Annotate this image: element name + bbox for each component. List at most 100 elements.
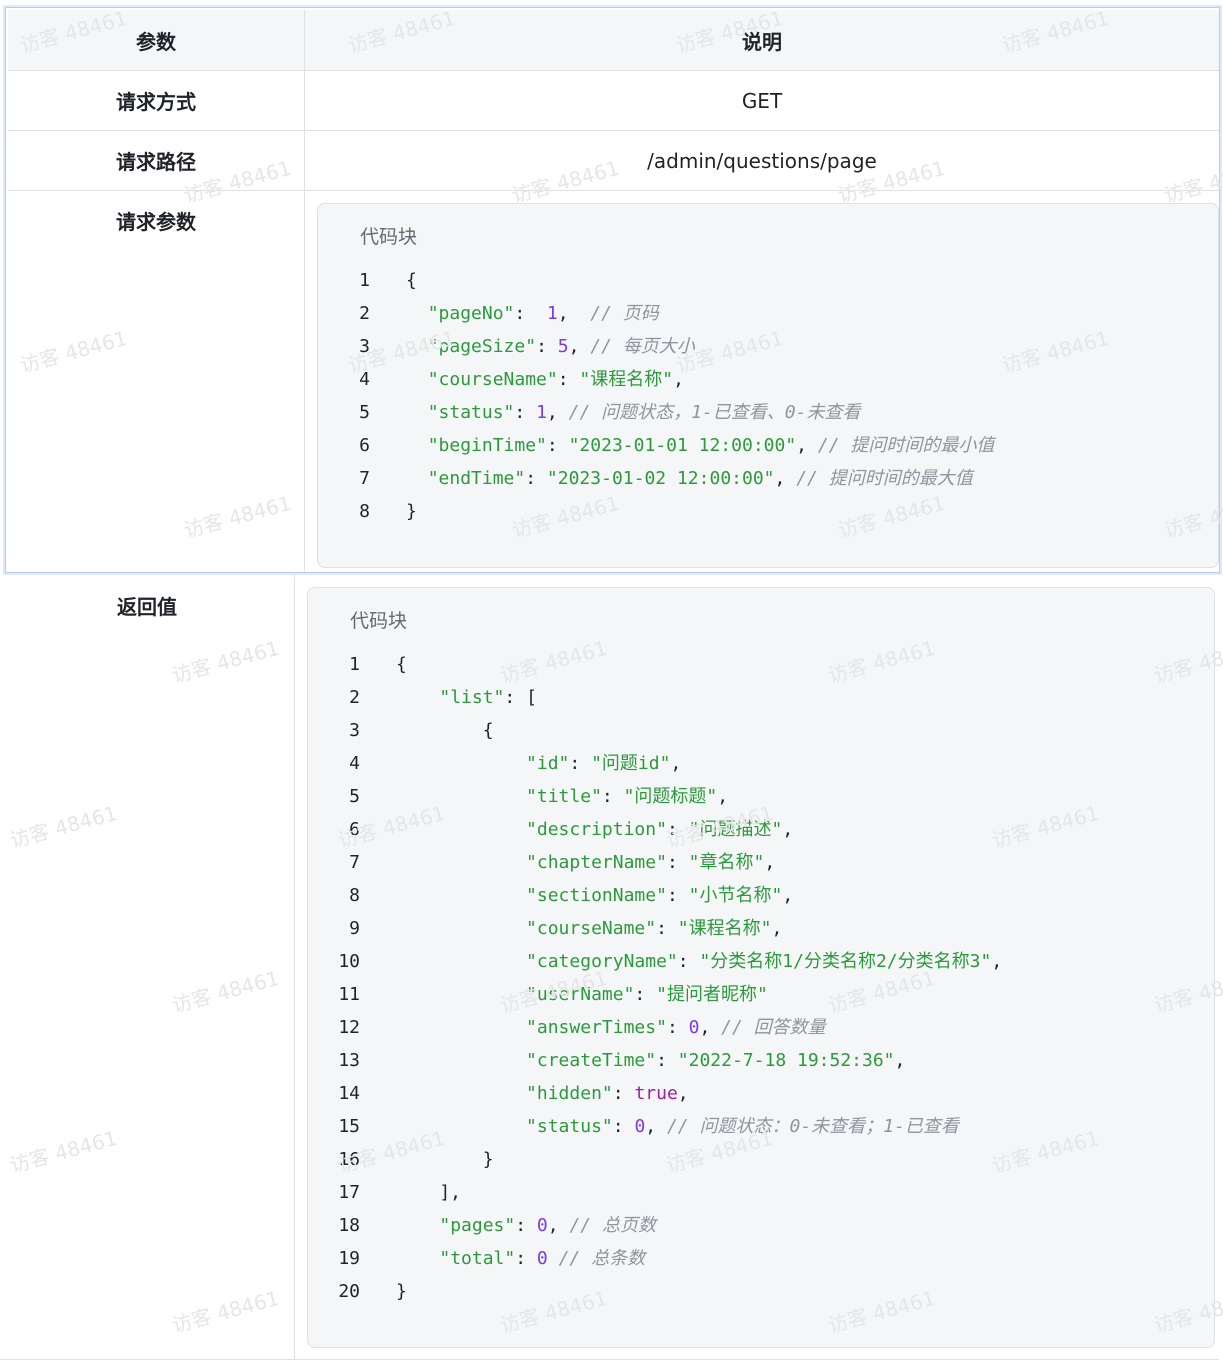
code-token: "小节名称" (688, 885, 783, 906)
code-token: "list" (439, 687, 505, 708)
code-text: "createTime": "2022-7-18 19:52:36", (396, 1044, 905, 1077)
code-token: : (601, 786, 624, 807)
code-token: "2023-01-01 12:00:00" (568, 435, 797, 456)
code-text: "userName": "提问者昵称" (396, 978, 768, 1011)
code-token: "分类名称1/分类名称2/分类名称3" (699, 951, 992, 972)
code-token: // 问题状态：0-未查看；1-已查看 (666, 1116, 959, 1137)
code-token: , (677, 1083, 689, 1104)
row-divider (0, 1359, 1219, 1360)
request-code-block[interactable]: 代码块 1 {2 "pageNo": 1, // 页码 3 "pageSize": … (317, 203, 1219, 568)
line-number: 13 (338, 1050, 360, 1071)
params-label: 请求参数 (116, 209, 196, 234)
code-token: : (536, 336, 558, 357)
watermark-text: 访客 48461 (7, 1125, 120, 1178)
code-token: : (514, 303, 547, 324)
code-token: : (525, 468, 547, 489)
code-text: "endTime": "2023-01-02 12:00:00", // 提问时… (406, 462, 973, 495)
code-token: : (666, 885, 689, 906)
code-token: 5 (557, 336, 569, 357)
code-token: , (782, 885, 794, 906)
code-token: , (547, 1215, 570, 1236)
code-text: "courseName": "课程名称", (396, 912, 782, 945)
header-desc: 说明 (742, 29, 782, 54)
code-text: "description": "问题描述", (396, 813, 793, 846)
code-token: "问题标题" (623, 786, 718, 807)
code-token: 1 (536, 402, 547, 423)
code-token: "pages" (439, 1215, 516, 1236)
code-token: , (771, 918, 783, 939)
line-number: 11 (338, 984, 360, 1005)
line-number: 5 (359, 402, 370, 423)
code-token: "课程名称" (579, 369, 674, 390)
watermark-text: 访客 48461 (169, 965, 282, 1018)
code-token: "endTime" (427, 468, 526, 489)
code-token: // 总条数 (558, 1248, 646, 1269)
code-text: "list": [ (396, 681, 537, 714)
method-value: GET (741, 88, 783, 113)
code-token: { (406, 270, 417, 291)
code-token: 0 (536, 1248, 548, 1269)
line-number: 5 (349, 786, 360, 807)
code-token: "title" (526, 786, 602, 807)
code-token: // 总页数 (569, 1215, 656, 1236)
code-token: , (673, 369, 684, 390)
line-number: 7 (359, 468, 370, 489)
code-text: "pageNo": 1, // 页码 (406, 297, 659, 330)
line-number: 1 (359, 270, 370, 291)
code-text: "categoryName": "分类名称1/分类名称2/分类名称3", (396, 945, 1002, 978)
line-number: 4 (349, 753, 360, 774)
code-text: { (396, 648, 407, 681)
code-token: : (515, 1215, 537, 1236)
code-token: : (677, 951, 700, 972)
code-token: "beginTime" (427, 435, 547, 456)
code-token: } (406, 501, 417, 522)
code-text: "status": 1, // 问题状态，1-已查看、0-未查看 (406, 396, 861, 429)
code-token: // 问题状态，1-已查看、0-未查看 (568, 402, 861, 423)
code-token: "createTime" (526, 1050, 657, 1071)
code-token: "status" (526, 1116, 613, 1137)
code-token: "章名称" (688, 852, 765, 873)
code-token: : [ (504, 687, 537, 708)
code-token: "total" (439, 1248, 516, 1269)
code-token: , (782, 819, 794, 840)
code-token: , (568, 336, 591, 357)
path-label: 请求路径 (116, 150, 196, 174)
code-token: , (764, 852, 776, 873)
code-text: "chapterName": "章名称", (396, 846, 775, 879)
line-number: 10 (338, 951, 360, 972)
code-text: ], (396, 1176, 461, 1209)
response-code-block[interactable]: 代码块 1 {2 "list": [3 {4 "id": "问题id", 5 "ti… (307, 587, 1215, 1348)
code-token: "id" (526, 753, 570, 774)
code-token: "categoryName" (526, 951, 678, 972)
code-token: : (612, 1116, 635, 1137)
code-text: "id": "问题id", (396, 747, 681, 780)
code-token: "问题id" (591, 753, 671, 774)
code-token: , (645, 1116, 667, 1137)
code-token: "2023-01-02 12:00:00" (546, 468, 775, 489)
code-token: : (515, 1248, 537, 1269)
code-text: "total": 0 // 总条数 (396, 1242, 645, 1275)
code-token: } (396, 1149, 494, 1170)
code-token: , (557, 303, 591, 324)
code-token: : (666, 1017, 689, 1038)
code-token: 0 (634, 1116, 646, 1137)
code-token: : (569, 753, 592, 774)
code-text: "pageSize": 5, // 每页大小 (406, 330, 695, 363)
code-token: : (656, 918, 678, 939)
line-number: 3 (349, 720, 360, 741)
watermark-text: 访客 48461 (7, 800, 120, 853)
code-token: : (546, 435, 569, 456)
watermark-text: 访客 48461 (169, 1285, 282, 1338)
header-param: 参数 (136, 29, 176, 54)
code-token: , (717, 786, 729, 807)
